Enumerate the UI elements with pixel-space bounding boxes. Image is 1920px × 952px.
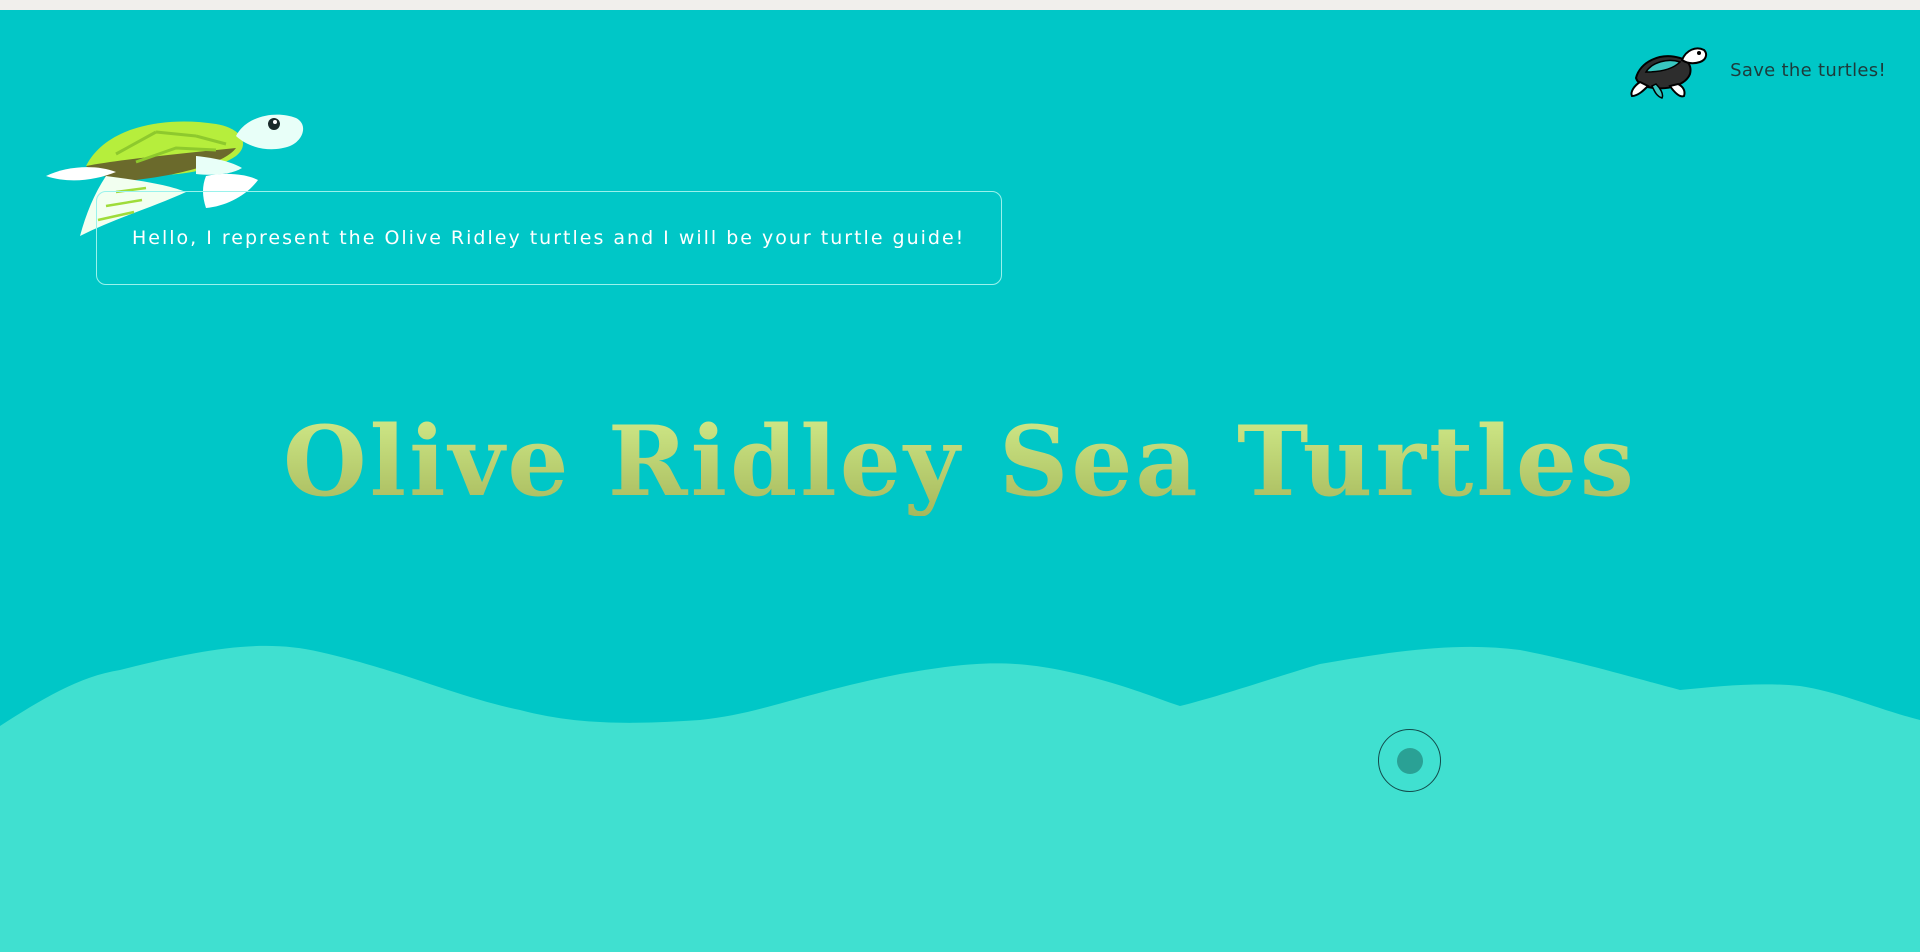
browser-top-strip: [0, 0, 1920, 10]
brand-text: Save the turtles!: [1730, 59, 1886, 81]
ring-button[interactable]: [1378, 729, 1441, 792]
page-title: Olive Ridley Sea Turtles: [283, 405, 1637, 518]
title-container: Olive Ridley Sea Turtles: [0, 408, 1920, 516]
hero-section: Save the turtles! Hello, I represent the…: [0, 10, 1920, 952]
dot-icon: [1396, 747, 1423, 774]
turtle-logo-icon: [1626, 38, 1710, 102]
brand-link[interactable]: Save the turtles!: [1626, 38, 1886, 102]
guide-message: Hello, I represent the Olive Ridley turt…: [132, 227, 966, 249]
guide-speech-bubble: Hello, I represent the Olive Ridley turt…: [96, 191, 1002, 285]
